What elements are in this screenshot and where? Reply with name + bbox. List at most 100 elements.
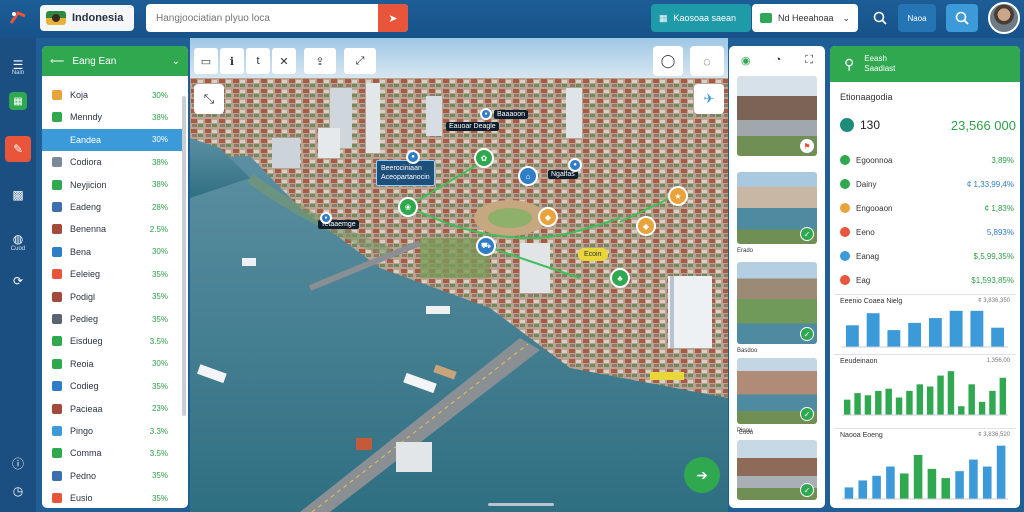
chart-bar[interactable] [926, 386, 934, 415]
chart-bar[interactable] [887, 330, 901, 347]
list-item[interactable]: Comma 3.5% [42, 442, 182, 464]
chart-bar[interactable] [908, 322, 922, 347]
list-item[interactable]: Codieg 35% [42, 375, 182, 397]
list-item[interactable]: Neyjicion 38% [42, 174, 182, 196]
search-input[interactable] [146, 4, 378, 32]
stat-row[interactable]: Eeno 5,893% [840, 224, 1014, 240]
chart-bar[interactable] [947, 371, 955, 415]
map-pin[interactable]: ● [406, 150, 420, 164]
list-item[interactable]: Eisdueg 3.5% [42, 330, 182, 352]
stat-row[interactable]: Eanag $,5,99,35% [840, 248, 1014, 264]
stat-row[interactable]: Dainy ¢ 1,33,99,4% [840, 176, 1014, 192]
map-view[interactable] [190, 38, 728, 512]
stat-row[interactable]: Engooaon ¢ 1,83% [840, 200, 1014, 216]
chart-bar[interactable] [872, 475, 881, 499]
rail-share-button[interactable]: ⟳ [5, 268, 31, 294]
stat-row[interactable]: Eag $1,593,85% [840, 272, 1014, 288]
region-button[interactable]: ▦ Kaosoaa saean [651, 4, 751, 32]
rail-info-button[interactable]: ⓘ [5, 450, 31, 476]
chart-bar[interactable] [978, 401, 986, 415]
photo-thumbnail[interactable]: ✓ [737, 358, 817, 424]
chart-bar[interactable] [970, 310, 984, 347]
chart-bar[interactable] [958, 406, 965, 415]
rail-clock-button[interactable]: ◷ [5, 478, 31, 504]
rail-edit-button[interactable]: ✎ [5, 136, 31, 162]
info-tool-button[interactable]: ℹ [220, 48, 244, 74]
bottom-sheet-handle[interactable] [488, 503, 554, 506]
list-scrollbar[interactable] [182, 96, 186, 416]
chart-bar[interactable] [866, 313, 880, 347]
chart-bar[interactable] [991, 327, 1005, 347]
comment-button[interactable]: ◯ [653, 46, 683, 76]
zoom-search-button[interactable] [866, 4, 894, 32]
chart-bar[interactable] [969, 459, 978, 499]
map-pin[interactable]: ● [320, 212, 332, 224]
user-name-button[interactable]: Naoa [898, 4, 936, 32]
chart-bar[interactable] [854, 393, 861, 415]
chart-bar[interactable] [928, 318, 942, 347]
list-item[interactable]: Podigl 35% [42, 286, 182, 308]
photo-thumbnail[interactable]: ✓ [737, 262, 817, 344]
layer-dropdown[interactable]: Nd Heeahoaa ⌄ [752, 4, 858, 32]
chart-bar[interactable] [858, 480, 868, 499]
chart-bar[interactable] [875, 390, 882, 415]
chart-bar[interactable] [844, 487, 854, 499]
chart-bar[interactable] [955, 471, 964, 499]
text-tool-button[interactable]: t [246, 48, 270, 74]
chart-bar[interactable] [949, 310, 963, 347]
chart-bar[interactable] [845, 325, 859, 347]
global-search-button[interactable] [946, 4, 978, 32]
map-label[interactable]: Ecoin [578, 248, 608, 261]
photo-thumbnail[interactable]: ✓ [737, 172, 817, 244]
map-pin[interactable]: ⌂ [518, 166, 538, 186]
chart-bar[interactable] [895, 397, 903, 415]
timer-button[interactable]: ◔ [775, 54, 782, 66]
chart-bar[interactable] [996, 445, 1006, 499]
map-pin[interactable]: ● [568, 158, 582, 172]
list-item[interactable]: Pingo 3.3% [42, 420, 182, 442]
chart-bar[interactable] [927, 468, 937, 499]
chart-bar[interactable] [989, 390, 996, 415]
list-item[interactable]: Codiora 38% [42, 151, 182, 173]
layers-toggle-button[interactable]: ▭ [194, 48, 218, 74]
map-pin[interactable]: ♣ [610, 268, 630, 288]
chart-bar[interactable] [937, 375, 944, 415]
chart-bar[interactable] [899, 473, 909, 499]
rail-map-button[interactable]: ▦ [9, 92, 27, 110]
map-pin[interactable]: ◆ [636, 216, 656, 236]
map-label[interactable]: Eauoar Deagle [446, 122, 499, 131]
chart-bar[interactable] [864, 395, 872, 415]
fit-screen-button[interactable]: ⛶ [805, 54, 813, 67]
list-item[interactable]: Pacieaa 23% [42, 398, 182, 420]
map-pin[interactable]: ❀ [398, 197, 418, 217]
list-item[interactable]: Menndy 38% [42, 106, 182, 128]
list-panel-header[interactable]: ⟵ Eang Ean ⌄ [42, 46, 188, 76]
list-item[interactable]: Eeleieg 35% [42, 263, 182, 285]
map-label[interactable]: Baaaoon [494, 110, 529, 119]
compass-button[interactable]: ✈ [694, 84, 724, 114]
map-pin[interactable]: ⛟ [476, 236, 496, 256]
list-item[interactable]: Bena 30% [42, 241, 182, 263]
stats-header[interactable]: ⚲ Eeash Saadiast [830, 46, 1020, 82]
next-button[interactable]: ➔ [684, 457, 720, 493]
fullscreen-button[interactable]: ⤡ [194, 84, 224, 114]
list-item[interactable]: Eandea 30% [42, 128, 182, 151]
list-item[interactable]: Eadeng 28% [42, 196, 182, 218]
list-item[interactable]: Pedieg 35% [42, 308, 182, 330]
rail-qr-button[interactable]: ▩ [5, 182, 31, 208]
filter-photos-button[interactable]: ◉ [741, 54, 751, 67]
brand[interactable]: Indonesia [40, 5, 134, 31]
upload-button[interactable]: ⇪ [304, 48, 336, 74]
map-pin[interactable]: ✿ [474, 148, 494, 168]
chart-bar[interactable] [886, 466, 895, 499]
chart-bar[interactable] [999, 377, 1007, 415]
expand-button[interactable]: ⤢ [344, 48, 376, 74]
photo-thumbnail[interactable]: ✓ [737, 440, 817, 500]
list-item[interactable]: Eusio 35% [42, 487, 182, 508]
chart-bar[interactable] [916, 384, 924, 415]
map-pin[interactable]: ★ [668, 186, 688, 206]
chart-bar[interactable] [885, 388, 892, 415]
list-item[interactable]: Koja 30% [42, 84, 182, 106]
chart-bar[interactable] [913, 454, 923, 499]
avatar[interactable] [988, 2, 1020, 34]
